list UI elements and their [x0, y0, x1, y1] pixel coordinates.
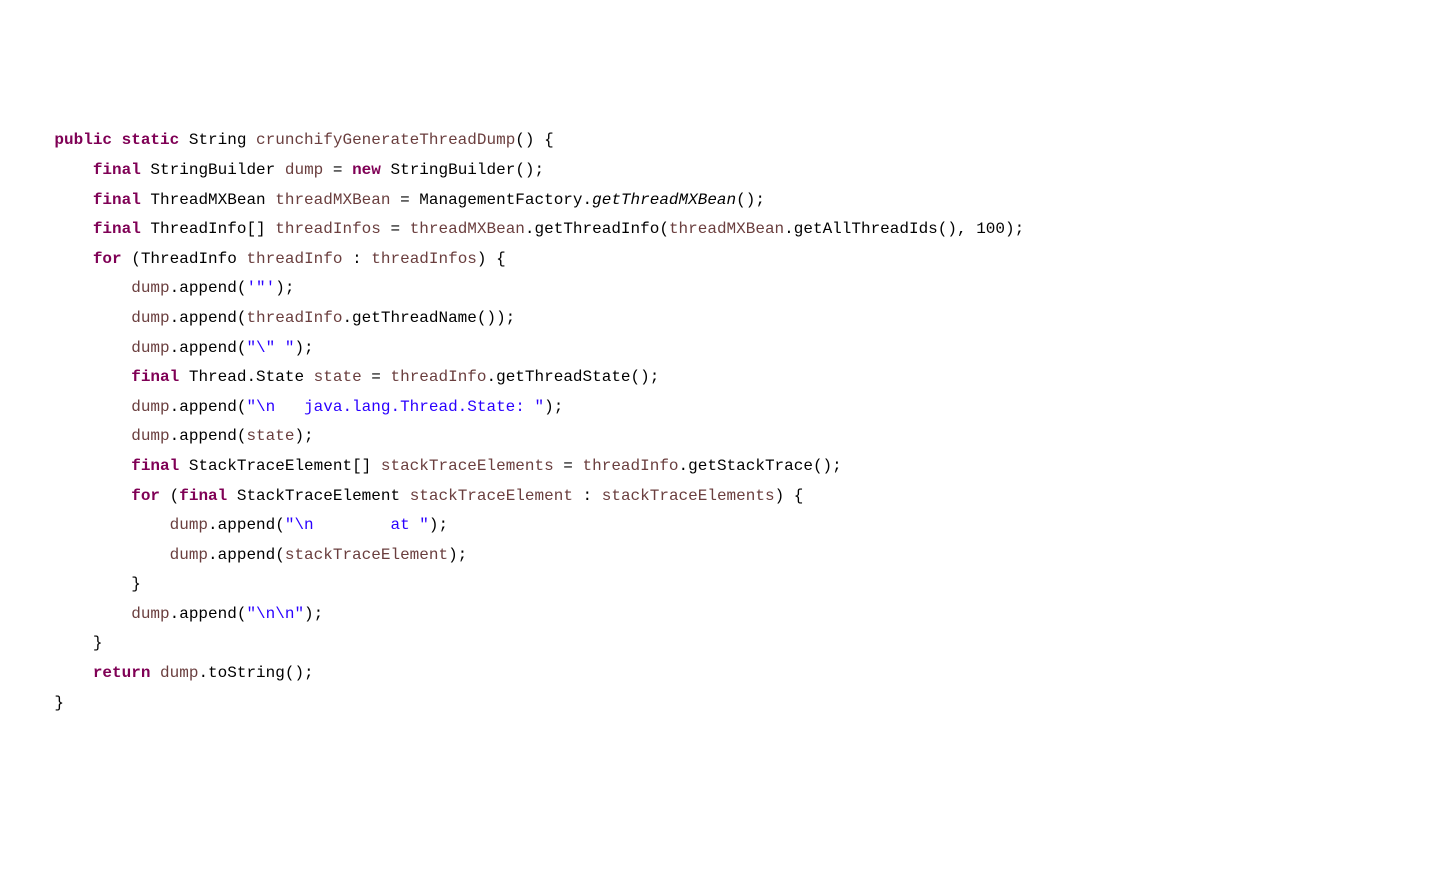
code-token: threadInfo [583, 457, 679, 475]
code-token: dump [131, 398, 169, 416]
code-token: for [131, 487, 160, 505]
code-token: threadMXBean [275, 191, 390, 209]
code-token: .append( [170, 279, 247, 297]
code-token: ThreadInfo[] [141, 220, 275, 238]
code-token: "\" " [246, 339, 294, 357]
code-token: .append( [170, 339, 247, 357]
code-token: final [131, 368, 179, 386]
code-token: dump [131, 279, 169, 297]
code-token: public [54, 131, 112, 149]
code-token: final [131, 457, 179, 475]
code-block: public static String crunchifyGenerateTh… [16, 126, 1426, 718]
code-token: final [179, 487, 227, 505]
code-token: .getThreadInfo( [525, 220, 669, 238]
code-token: .append( [170, 398, 247, 416]
code-token: .append( [208, 546, 285, 564]
code-token: threadInfo [246, 250, 342, 268]
code-token: Thread.State [179, 368, 313, 386]
code-token: StackTraceElement [227, 487, 409, 505]
code-token: return [93, 664, 151, 682]
code-token: '"' [246, 279, 275, 297]
code-token: dump [131, 339, 169, 357]
code-token: state [246, 427, 294, 445]
code-token: .append( [208, 516, 285, 534]
code-token: threadMXBean [410, 220, 525, 238]
code-token [16, 131, 54, 149]
code-token: stackTraceElement [285, 546, 448, 564]
code-token [150, 664, 160, 682]
code-token: threadInfo [390, 368, 486, 386]
code-token: .append( [170, 427, 247, 445]
code-token: threadInfos [275, 220, 381, 238]
code-token: StackTraceElement[] [179, 457, 381, 475]
code-token: new [352, 161, 381, 179]
code-token: getThreadMXBean [592, 191, 736, 209]
code-token: static [122, 131, 180, 149]
code-token: String [179, 131, 256, 149]
code-token: threadInfos [371, 250, 477, 268]
code-token: final [93, 161, 141, 179]
code-token: ThreadMXBean [141, 191, 275, 209]
code-token: : [342, 250, 371, 268]
code-token: = ManagementFactory. [390, 191, 592, 209]
code-token: "\n at " [285, 516, 429, 534]
code-token: .append( [170, 309, 247, 327]
code-token: dump [131, 309, 169, 327]
code-token: = [362, 368, 391, 386]
code-token: dump [131, 427, 169, 445]
code-token: dump [170, 546, 208, 564]
code-token: final [93, 220, 141, 238]
code-token: (ThreadInfo [122, 250, 247, 268]
code-token: stackTraceElement [410, 487, 573, 505]
code-token: = [381, 220, 410, 238]
code-token: dump [285, 161, 323, 179]
code-token: state [314, 368, 362, 386]
code-token: stackTraceElements [381, 457, 554, 475]
code-token: threadMXBean [669, 220, 784, 238]
code-token: = [554, 457, 583, 475]
code-token: for [93, 250, 122, 268]
code-token: dump [160, 664, 198, 682]
code-token: threadInfo [246, 309, 342, 327]
code-token: StringBuilder [141, 161, 285, 179]
code-token: crunchifyGenerateThreadDump [256, 131, 515, 149]
code-token: stackTraceElements [602, 487, 775, 505]
code-token: dump [170, 516, 208, 534]
code-token [112, 131, 122, 149]
code-token: : [573, 487, 602, 505]
code-token: ( [160, 487, 179, 505]
code-token: = [323, 161, 352, 179]
code-token: final [93, 191, 141, 209]
code-token: "\n java.lang.Thread.State: " [246, 398, 544, 416]
